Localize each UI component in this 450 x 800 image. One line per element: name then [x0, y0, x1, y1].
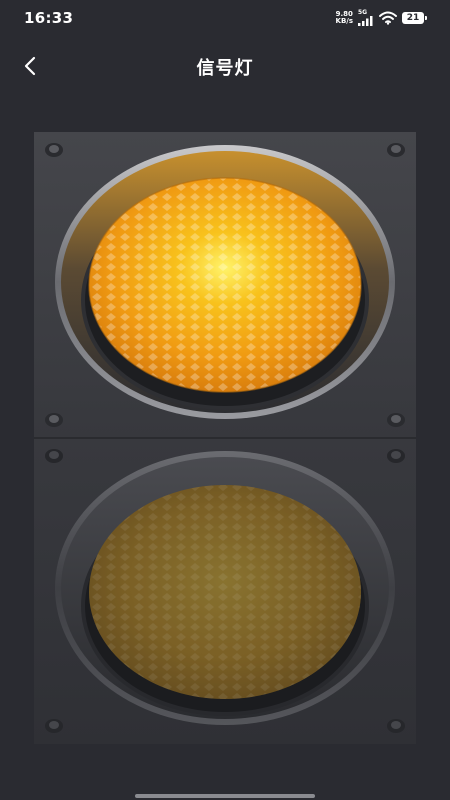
status-time: 16:33: [24, 9, 74, 27]
traffic-light: [34, 132, 416, 744]
screw-icon: [45, 719, 63, 733]
screw-icon: [45, 143, 63, 157]
lower-lamp-off: [55, 451, 395, 725]
screw-icon: [45, 449, 63, 463]
net-speed-unit: KB/s: [335, 17, 353, 25]
screw-icon: [387, 449, 405, 463]
cellular-signal-icon: [358, 16, 373, 26]
wifi-icon: [379, 11, 397, 25]
battery-icon: 21: [402, 12, 427, 24]
page-title: 信号灯: [196, 58, 254, 79]
cellular-signal: 5G: [358, 10, 374, 26]
upper-lamp-on: [55, 145, 395, 419]
screw-icon: [387, 143, 405, 157]
screw-icon: [387, 719, 405, 733]
net-speed: 9.80 KB/s: [336, 11, 353, 25]
traffic-light-graphic: [34, 132, 416, 744]
status-icons: 9.80 KB/s 5G 21: [336, 9, 427, 27]
nav-bar: 信号灯: [0, 44, 450, 88]
screw-icon: [387, 413, 405, 427]
screen: 16:33 9.80 KB/s 5G 21 信号灯: [0, 0, 450, 800]
home-indicator[interactable]: [135, 794, 315, 798]
screw-icon: [45, 413, 63, 427]
battery-level: 21: [406, 13, 420, 23]
status-bar: 16:33 9.80 KB/s 5G 21: [0, 0, 450, 36]
